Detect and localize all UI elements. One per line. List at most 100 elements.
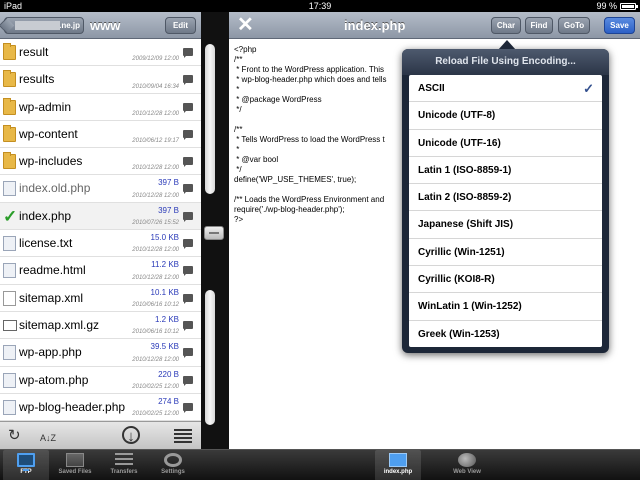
code-line: require('./wp-blog-header.php'); [234, 205, 345, 214]
file-name: license.txt [19, 236, 73, 251]
code-line: ?> [234, 215, 244, 224]
encoding-option[interactable]: ASCII ✓ [409, 75, 602, 103]
file-row[interactable]: wp-atom.php 220 B 2010/02/25 12:00 [0, 366, 201, 394]
split-handle[interactable] [204, 226, 224, 240]
file-row[interactable]: wp-includes 2010/12/28 12:00 [0, 148, 201, 176]
tab-settings[interactable]: Settings [150, 450, 196, 480]
file-actions-icon[interactable] [183, 48, 193, 58]
scroll-track-upper[interactable] [205, 44, 215, 194]
encoding-option[interactable]: Cyrillic (KOI8-R) [409, 266, 602, 294]
encoding-label: Unicode (UTF-8) [418, 110, 496, 122]
file-icon [3, 236, 16, 252]
code-line: * [234, 85, 240, 94]
folder-title: www [90, 18, 121, 33]
encoding-option[interactable]: Latin 2 (ISO-8859-2) [409, 184, 602, 212]
code-line: * wp-blog-header.php which does and tell… [234, 75, 387, 84]
code-line: */ [234, 105, 242, 114]
file-date: 2009/12/09 12:00 [132, 56, 179, 63]
code-line: * Front to the WordPress application. Th… [234, 65, 384, 74]
host-suffix: .ne.jp [59, 21, 80, 30]
file-size: 220 B [158, 369, 179, 379]
redacted-host [15, 21, 60, 30]
sort-icon[interactable]: A↓Z [40, 430, 56, 447]
file-size: 274 B [158, 396, 179, 406]
file-icon [389, 453, 407, 467]
code-line: */ [234, 165, 242, 174]
encoding-option[interactable]: Unicode (UTF-8) [409, 102, 602, 130]
tab-ftp[interactable]: FTP [3, 450, 49, 480]
file-actions-icon[interactable] [183, 157, 193, 168]
file-size: 1.2 KB [154, 314, 179, 324]
tab-index-php[interactable]: index.php [375, 450, 421, 480]
file-row[interactable]: sitemap.xml.gz 1.2 KB 2010/06/16 10:12 [0, 311, 201, 340]
tab-web-view[interactable]: Web View [444, 450, 490, 480]
file-row[interactable]: wp-app.php 39.5 KB 2010/12/28 12:00 [0, 339, 201, 367]
file-date: 2010/12/28 12:00 [132, 247, 179, 254]
status-bar: iPad 17:39 99 % [0, 0, 640, 12]
file-icon [3, 290, 16, 306]
tab-saved-files[interactable]: Saved Files [52, 450, 98, 480]
code-line: * [234, 145, 240, 154]
file-actions-icon[interactable] [183, 102, 193, 113]
find-button[interactable]: Find [525, 17, 553, 34]
file-actions-icon[interactable] [183, 266, 193, 277]
file-row[interactable]: result 2009/12/09 12:00 [0, 39, 201, 67]
close-icon[interactable]: ✕ [237, 14, 254, 36]
host-back-button[interactable]: .ne.jp [0, 17, 84, 34]
file-actions-icon[interactable] [183, 375, 193, 386]
file-row[interactable]: wp-blog-header.php 274 B 2010/02/25 12:00 [0, 393, 201, 421]
file-actions-icon[interactable] [183, 239, 193, 250]
tab-label: Saved Files [58, 469, 92, 475]
edit-button[interactable]: Edit [165, 17, 196, 34]
encoding-option[interactable]: Greek (Win-1253) [409, 321, 602, 347]
file-actions-icon[interactable] [183, 348, 193, 359]
file-icon [3, 345, 16, 361]
char-button[interactable]: Char [491, 17, 521, 34]
file-actions-icon[interactable] [183, 211, 193, 222]
file-row[interactable]: wp-admin 2010/12/28 12:00 [0, 93, 201, 121]
folder-icon [3, 70, 16, 88]
file-row[interactable]: wp-content 2010/06/12 19:17 [0, 120, 201, 149]
encoding-option[interactable]: Japanese (Shift JIS) [409, 211, 602, 239]
save-button[interactable]: Save [604, 17, 635, 34]
file-actions-icon[interactable] [183, 293, 193, 304]
file-row[interactable]: index.old.php 397 B 2010/12/28 12:00 [0, 175, 201, 203]
app-window: iPad 17:39 99 % .ne.jp www Edit result 20… [0, 0, 640, 480]
file-date: 2010/09/04 16:34 [132, 83, 179, 90]
file-actions-icon[interactable] [183, 402, 193, 413]
file-actions-icon[interactable] [183, 184, 193, 195]
file-size: 10.1 KB [150, 287, 179, 297]
file-row[interactable]: results 2010/09/04 16:34 [0, 66, 201, 94]
file-name: wp-app.php [19, 345, 82, 360]
encoding-label: Cyrillic (KOI8-R) [418, 274, 495, 286]
file-actions-icon[interactable] [183, 320, 193, 331]
encoding-option[interactable]: Latin 1 (ISO-8859-1) [409, 157, 602, 185]
file-name: result [19, 45, 49, 59]
file-row[interactable]: sitemap.xml 10.1 KB 2010/06/16 10:12 [0, 284, 201, 312]
refresh-icon[interactable]: ↻ [8, 427, 21, 444]
file-row[interactable]: license.txt 15.0 KB 2010/12/28 12:00 [0, 230, 201, 258]
goto-button[interactable]: GoTo [558, 17, 590, 34]
tab-transfers[interactable]: Transfers [101, 450, 147, 480]
code-line: * Tells WordPress to load the WordPress … [234, 135, 385, 144]
encoding-label: ASCII [418, 83, 445, 94]
file-row[interactable]: ✓ index.php 397 B 2010/07/26 15:52 [0, 202, 201, 231]
saved-files-icon [66, 453, 84, 467]
encoding-option[interactable]: Unicode (UTF-16) [409, 130, 602, 157]
encoding-list: ASCII ✓ Unicode (UTF-8) Unicode (UTF-16) Lat… [409, 75, 602, 347]
encoding-option[interactable]: WinLatin 1 (Win-1252) [409, 293, 602, 321]
file-actions-icon[interactable] [183, 129, 193, 140]
left-nav-bar: .ne.jp www Edit [0, 12, 201, 39]
file-size: 11.2 KB [151, 260, 179, 270]
file-row[interactable]: readme.html 11.2 KB 2010/12/28 12:00 [0, 257, 201, 285]
encoding-label: WinLatin 1 (Win-1252) [418, 301, 522, 313]
file-name: sitemap.xml [19, 290, 84, 305]
download-icon[interactable]: ↓ [122, 426, 140, 445]
encoding-label: Unicode (UTF-16) [418, 137, 501, 149]
encoding-option[interactable]: Cyrillic (Win-1251) [409, 239, 602, 267]
list-view-icon[interactable] [174, 429, 192, 444]
scroll-track-lower[interactable] [205, 290, 215, 425]
battery-percent: 99 % [596, 1, 617, 11]
file-actions-icon[interactable] [183, 75, 193, 86]
code-editor[interactable]: <?php/** * Front to the WordPress applic… [234, 45, 404, 225]
